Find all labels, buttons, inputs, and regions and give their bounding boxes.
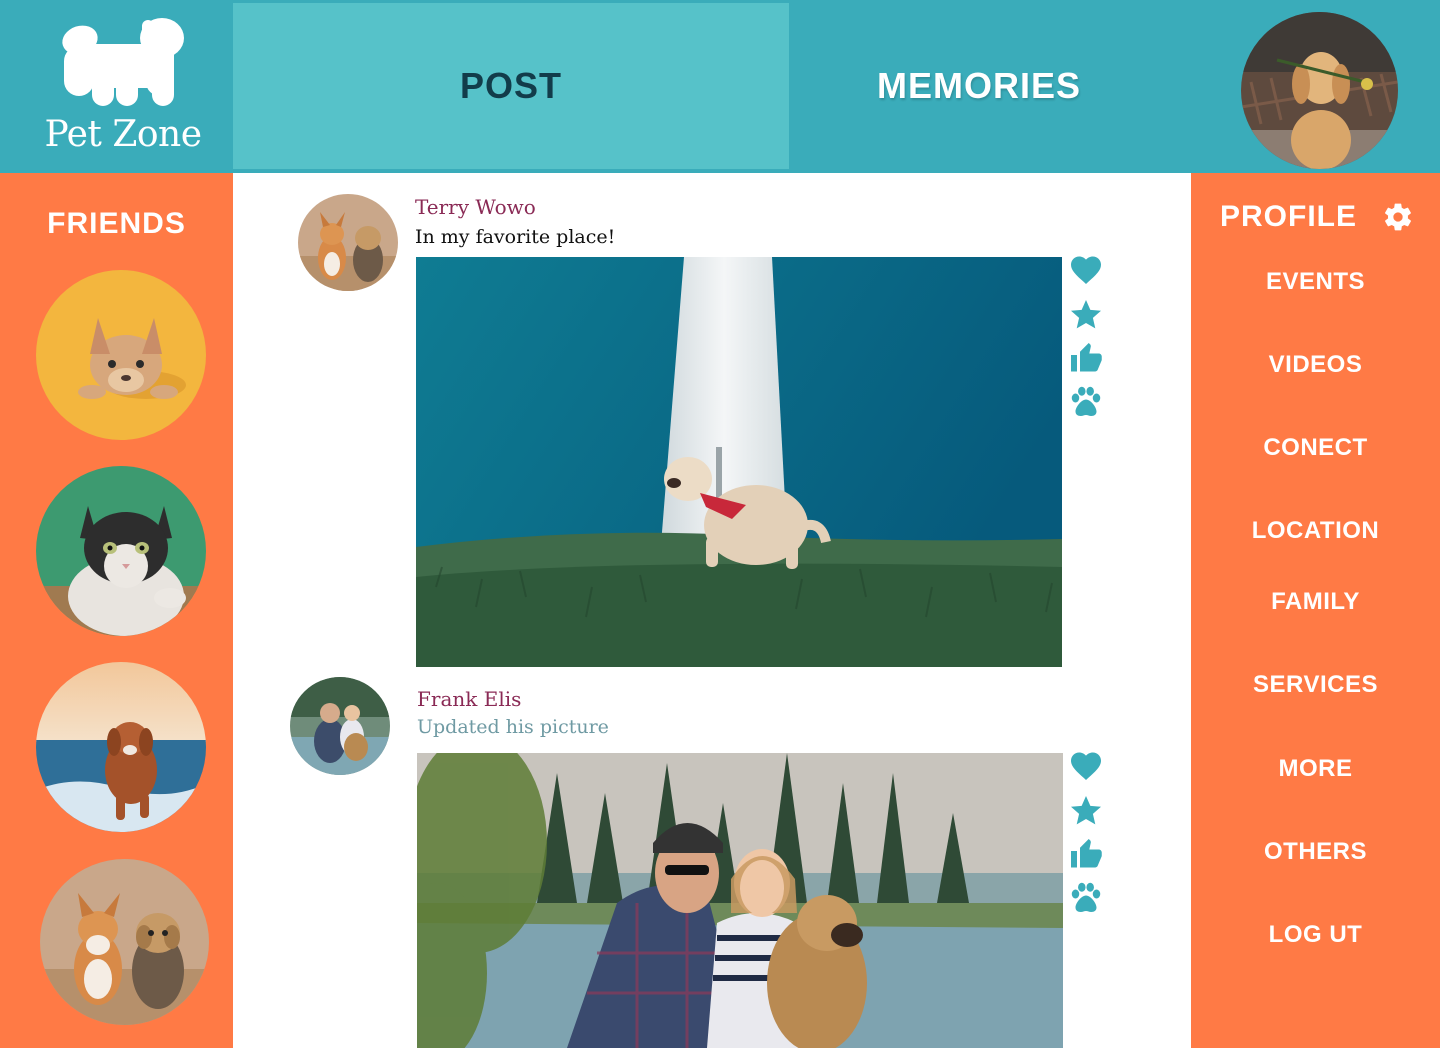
friend-avatar-dog-at-beach[interactable] [36,662,206,832]
paw-icon[interactable] [1068,879,1104,915]
post-author-name[interactable]: Terry Wowo [415,195,536,219]
post-caption: Updated his picture [417,716,609,738]
tab-memories[interactable]: MEMORIES [789,3,1169,169]
brand-name: Pet Zone [44,114,203,155]
tab-post[interactable]: POST [233,3,789,169]
friend-avatar-french-bulldog[interactable] [36,270,206,440]
dog-silhouette-icon [62,18,184,106]
user-avatar[interactable] [1241,12,1398,169]
star-icon[interactable] [1068,793,1104,829]
post-author-avatar[interactable] [290,677,390,775]
star-icon[interactable] [1068,297,1104,333]
thumbs-up-icon[interactable] [1068,836,1104,872]
post-photo[interactable] [417,753,1063,1048]
heart-icon[interactable] [1068,748,1104,784]
thumbs-up-icon[interactable] [1068,340,1104,376]
heart-icon[interactable] [1068,252,1104,288]
menu-item-others[interactable]: OTHERS [1191,838,1440,866]
menu-item-logout[interactable]: LOG UT [1191,921,1440,949]
menu-item-services[interactable]: SERVICES [1191,671,1440,699]
post-author-name[interactable]: Frank Elis [417,687,521,711]
post-caption: In my favorite place! [415,226,616,248]
paw-icon[interactable] [1068,383,1104,419]
menu-item-connect[interactable]: CONECT [1191,434,1440,462]
post-photo[interactable] [416,257,1062,667]
profile-title[interactable]: PROFILE [1220,200,1357,234]
menu-item-more[interactable]: MORE [1191,755,1440,783]
top-header: Pet Zone POST MEMORIES [0,0,1440,173]
logo[interactable]: Pet Zone [0,0,233,173]
menu-item-family[interactable]: FAMILY [1191,588,1440,616]
friends-title: FRIENDS [47,207,186,240]
post-author-avatar[interactable] [298,194,398,291]
menu-item-location[interactable]: LOCATION [1191,517,1440,545]
friend-avatar-cat[interactable] [36,466,206,636]
menu-item-events[interactable]: EVENTS [1191,268,1440,296]
gear-icon[interactable] [1382,201,1414,233]
menu-item-videos[interactable]: VIDEOS [1191,351,1440,379]
friend-avatar-corgi-and-yorkie[interactable] [40,859,209,1025]
friends-sidebar: FRIENDS [0,173,233,1048]
profile-sidebar: PROFILE EVENTS VIDEOS CONECT LOCATION FA… [1191,173,1440,1048]
